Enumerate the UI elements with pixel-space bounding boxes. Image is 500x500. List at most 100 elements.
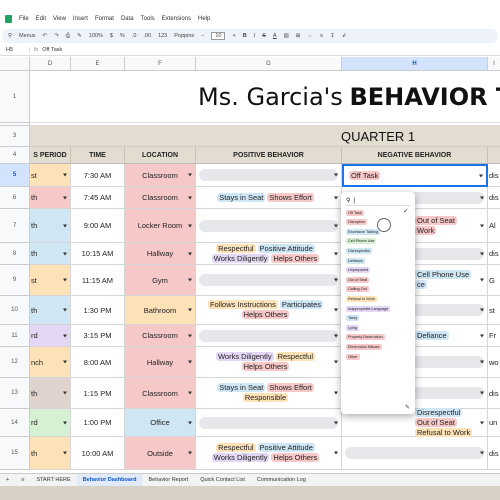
table-cell-notes[interactable]: dis — [488, 437, 500, 470]
dropdown-option[interactable]: Off Task — [346, 209, 364, 216]
dropdown-search-input[interactable]: | — [353, 198, 355, 204]
wrap-icon[interactable]: ↲ — [342, 33, 347, 39]
table-cell-location[interactable]: Locker Room — [125, 209, 196, 243]
merge-icon[interactable]: ⇔ — [307, 33, 313, 39]
dropdown-arrow-icon[interactable] — [63, 224, 67, 227]
table-cell-period[interactable]: th — [30, 209, 71, 243]
dropdown-option[interactable]: Refusal to Work — [346, 295, 377, 302]
currency-button[interactable]: $ — [110, 33, 113, 39]
row-header-12[interactable]: 12 — [0, 347, 30, 378]
table-cell-period[interactable]: rd — [30, 325, 71, 347]
table-cell-positive[interactable] — [196, 164, 342, 187]
row-header-11[interactable]: 11 — [0, 325, 30, 347]
table-cell-time[interactable]: 8:00 AM — [71, 347, 125, 378]
dropdown-arrow-icon[interactable] — [188, 224, 192, 227]
table-cell-location[interactable]: Bathroom — [125, 296, 196, 325]
search-menus-icon[interactable]: ⚲ — [8, 33, 12, 39]
dropdown-arrow-icon[interactable] — [63, 421, 67, 424]
menu-view[interactable]: View — [53, 16, 66, 22]
dropdown-arrow-icon[interactable] — [334, 173, 338, 177]
font-size-increase-icon[interactable]: + — [232, 33, 235, 39]
table-cell-period[interactable]: nch — [30, 347, 71, 378]
zoom-select[interactable]: 100% — [89, 33, 103, 39]
dropdown-arrow-icon[interactable] — [188, 391, 192, 395]
table-cell-period[interactable]: th — [30, 437, 71, 470]
table-cell-period[interactable]: st — [30, 164, 71, 187]
row-header-6[interactable]: 6 — [0, 187, 30, 209]
table-cell-positive[interactable] — [196, 409, 342, 437]
table-cell-notes[interactable]: dis — [488, 378, 500, 409]
dropdown-arrow-icon[interactable] — [188, 334, 192, 337]
table-cell-positive[interactable]: Stays in Seat Shows EffortResponsible — [196, 378, 342, 409]
dropdown-arrow-icon[interactable] — [334, 224, 338, 227]
dropdown-arrow-icon[interactable] — [480, 451, 484, 455]
dropdown-arrow-icon[interactable] — [63, 278, 67, 282]
all-sheets-icon[interactable]: ≡ — [15, 474, 30, 487]
dropdown-arrow-icon[interactable] — [188, 278, 192, 282]
dropdown-search[interactable]: ⚲ | — [346, 196, 410, 206]
table-cell-time[interactable]: 11:15 AM — [71, 265, 125, 296]
row-header-13[interactable]: 13 — [0, 378, 30, 409]
menu-file[interactable]: File — [19, 16, 29, 22]
dropdown-arrow-icon[interactable] — [63, 451, 67, 455]
font-size-decrease-icon[interactable]: − — [201, 33, 204, 39]
row-header-4[interactable]: 4 — [0, 147, 30, 164]
dropdown-arrow-icon[interactable] — [334, 252, 338, 255]
table-cell-notes[interactable]: dis — [488, 164, 500, 187]
dropdown-arrow-icon[interactable] — [334, 451, 338, 455]
dropdown-arrow-icon[interactable] — [334, 391, 338, 395]
table-cell-positive[interactable]: Respectful Positive AttitudeWorks Diligen… — [196, 437, 342, 470]
column-header-e[interactable]: E — [71, 57, 125, 71]
dropdown-option[interactable]: Cell Phone Use — [346, 238, 377, 245]
column-header-d[interactable]: D — [30, 57, 71, 71]
table-cell-positive[interactable] — [196, 265, 342, 296]
table-cell-positive[interactable]: Follows Instructions ParticipatesHelps Ot… — [196, 296, 342, 325]
dropdown-option[interactable]: Out of Seat — [346, 276, 370, 283]
row-header-1[interactable]: 1 — [0, 71, 30, 123]
row-header-3[interactable]: 3 — [0, 126, 30, 147]
tab-communication-log[interactable]: Communication Log — [251, 474, 312, 487]
dropdown-arrow-icon[interactable] — [480, 421, 484, 424]
dropdown-arrow-icon[interactable] — [188, 421, 192, 424]
table-cell-positive[interactable]: Stays in Seat Shows Effort — [196, 187, 342, 209]
table-cell-notes[interactable]: dis — [488, 243, 500, 265]
table-cell-notes[interactable]: Al — [488, 209, 500, 243]
italic-icon[interactable]: I — [254, 33, 256, 39]
table-cell-time[interactable]: 7:45 AM — [71, 187, 125, 209]
menu-edit[interactable]: Edit — [36, 16, 46, 22]
dropdown-option[interactable]: Disrespectful — [346, 247, 372, 254]
font-size-input[interactable]: 10 — [211, 32, 226, 40]
row-header-9[interactable]: 9 — [0, 265, 30, 296]
dropdown-arrow-icon[interactable] — [480, 308, 484, 312]
tab-behavior-dashboard[interactable]: Behavior Dashboard — [76, 473, 143, 487]
dropdown-arrow-icon[interactable] — [480, 224, 484, 227]
table-cell-location[interactable]: Hallway — [125, 347, 196, 378]
table-cell-location[interactable]: Office — [125, 409, 196, 437]
fill-color-icon[interactable]: ▧ — [284, 33, 289, 39]
add-sheet-icon[interactable]: + — [0, 474, 15, 487]
table-cell-location[interactable]: Classroom — [125, 325, 196, 347]
dropdown-option[interactable]: Lying — [346, 324, 359, 331]
dropdown-option[interactable]: Inappropriate Language — [346, 305, 391, 312]
menu-extensions[interactable]: Extensions — [162, 16, 191, 22]
redo-icon[interactable]: ↷ — [54, 33, 59, 39]
dropdown-arrow-icon[interactable] — [479, 174, 483, 177]
strikethrough-icon[interactable]: S — [262, 33, 266, 39]
align-icon[interactable]: ≡ — [320, 33, 323, 39]
table-cell-location[interactable]: Classroom — [125, 378, 196, 409]
text-color-icon[interactable]: A — [273, 33, 277, 39]
dropdown-arrow-icon[interactable] — [480, 278, 484, 282]
table-cell-positive[interactable]: Respectful Positive AttitudeWorks Diligen… — [196, 243, 342, 265]
dropdown-arrow-icon[interactable] — [480, 252, 484, 255]
dropdown-arrow-icon[interactable] — [334, 334, 338, 337]
table-cell-location[interactable]: Hallway — [125, 243, 196, 265]
increase-decimal-button[interactable]: .00 — [143, 33, 151, 39]
cell-reference[interactable]: H5 — [0, 47, 30, 53]
edit-pencil-icon[interactable]: ✎ — [405, 404, 410, 411]
menu-help[interactable]: Help — [198, 16, 210, 22]
dropdown-arrow-icon[interactable] — [63, 360, 67, 364]
menu-data[interactable]: Data — [121, 16, 134, 22]
table-cell-time[interactable]: 3:15 PM — [71, 325, 125, 347]
search-menus[interactable]: Menus — [19, 33, 36, 39]
dropdown-arrow-icon[interactable] — [334, 308, 338, 312]
